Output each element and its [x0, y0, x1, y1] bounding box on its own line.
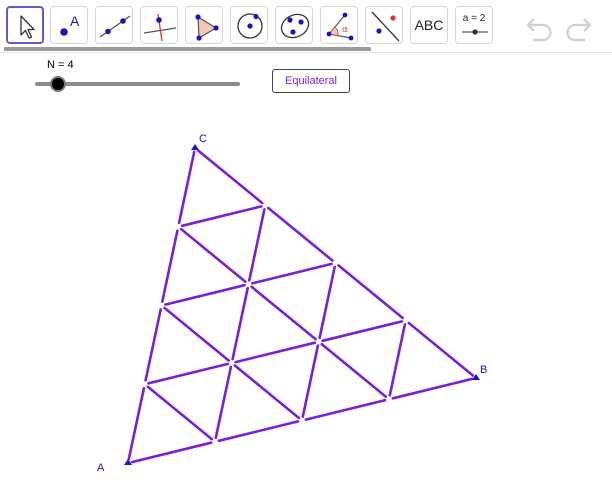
segment[interactable] — [388, 323, 407, 397]
text-tool-label: ABC — [414, 17, 444, 33]
triangle-segments — [127, 149, 475, 464]
segment[interactable] — [248, 208, 266, 282]
segment[interactable] — [217, 420, 300, 443]
circle-tool-button[interactable] — [230, 6, 268, 44]
perpendicular-line-icon — [143, 13, 177, 42]
segment[interactable] — [391, 377, 474, 400]
conic-tool-button[interactable] — [275, 6, 313, 44]
svg-text:α: α — [342, 25, 348, 35]
svg-text:A: A — [70, 13, 80, 29]
point-tool-button[interactable]: A — [50, 6, 88, 44]
segment[interactable] — [304, 398, 387, 421]
segment[interactable] — [231, 286, 249, 361]
segment[interactable] — [214, 365, 233, 440]
segment[interactable] — [320, 342, 388, 399]
segment[interactable] — [180, 228, 247, 284]
segment[interactable] — [163, 306, 230, 362]
move-tool-button[interactable] — [6, 6, 44, 44]
segment[interactable] — [318, 265, 337, 340]
segment[interactable] — [130, 441, 213, 464]
segment[interactable] — [233, 364, 301, 420]
line-through-points-icon — [99, 15, 131, 38]
segment[interactable] — [251, 262, 333, 285]
reflect-about-line-icon — [371, 11, 400, 42]
angle-icon: α — [326, 12, 354, 41]
graphics-view[interactable]: A B C — [0, 53, 612, 503]
point-b-label: B — [480, 364, 487, 376]
point-a-label: A — [97, 462, 105, 474]
reflect-tool-button[interactable] — [365, 6, 403, 44]
angle-tool-button[interactable]: α — [320, 6, 358, 44]
segment[interactable] — [147, 362, 230, 385]
perpendicular-line-tool-button[interactable] — [140, 6, 178, 44]
segment[interactable] — [144, 308, 162, 382]
segment[interactable] — [196, 149, 264, 205]
segment[interactable] — [250, 285, 318, 341]
polygon-tool-button[interactable] — [185, 6, 223, 44]
segment[interactable] — [234, 341, 317, 364]
point-icon: A — [60, 13, 80, 36]
conic-through-points-icon — [280, 13, 310, 39]
cursor-arrow-icon — [20, 15, 35, 39]
redo-icon[interactable] — [562, 12, 594, 42]
segment[interactable] — [164, 283, 246, 306]
segment[interactable] — [407, 321, 475, 377]
segment[interactable] — [177, 150, 196, 225]
segment[interactable] — [266, 206, 334, 262]
n-slider-label: N = 4 — [47, 59, 74, 71]
undo-icon[interactable] — [524, 12, 556, 42]
segment[interactable] — [321, 320, 404, 343]
circle-center-point-icon — [237, 13, 263, 39]
segment[interactable] — [127, 386, 146, 461]
equilateral-button[interactable]: Equilateral — [272, 69, 350, 93]
text-tool-button[interactable]: ABC — [410, 6, 448, 44]
point-c-marker[interactable] — [191, 144, 199, 150]
line-tool-button[interactable] — [95, 6, 133, 44]
segment[interactable] — [161, 229, 179, 303]
segment[interactable] — [146, 385, 214, 441]
segment[interactable] — [301, 344, 320, 418]
point-c-label: C — [199, 133, 207, 145]
slider-tool-button[interactable]: a = 2 — [455, 6, 493, 44]
toolbar-scrollbar[interactable] — [4, 47, 371, 51]
polygon-icon — [195, 14, 219, 41]
slider-icon — [462, 29, 488, 35]
toolbar: A α ABC a = 2 — [0, 0, 612, 52]
n-slider-knob[interactable] — [50, 76, 66, 92]
segment[interactable] — [180, 205, 263, 228]
segment[interactable] — [337, 264, 405, 320]
